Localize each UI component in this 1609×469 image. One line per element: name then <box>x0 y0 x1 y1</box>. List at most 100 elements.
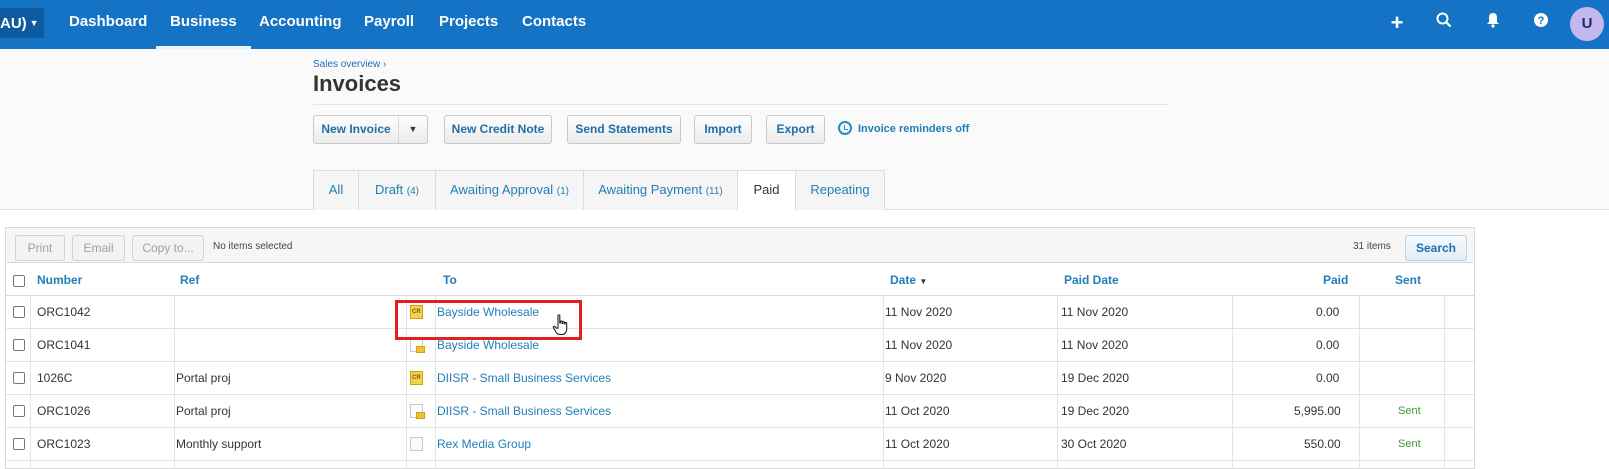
invoice-sent-icon <box>410 338 425 353</box>
row-checkbox[interactable] <box>13 306 25 318</box>
table-row[interactable]: ORC1042 Bayside Wholesale 11 Nov 2020 11… <box>6 296 1474 329</box>
invoice-number[interactable]: ORC1026 <box>37 395 90 427</box>
column-header-paid[interactable]: Paid <box>1323 266 1348 295</box>
new-invoice-dropdown[interactable]: ▼ <box>398 115 428 144</box>
nav-contacts[interactable]: Contacts <box>522 0 586 49</box>
row-checkbox[interactable] <box>13 372 25 384</box>
column-header-date-label: Date <box>890 273 917 287</box>
invoice-date: 11 Oct 2020 <box>885 404 950 418</box>
table-row[interactable]: ORC1023 Monthly support Rex Media Group … <box>6 428 1474 461</box>
column-header-paid-date[interactable]: Paid Date <box>1064 266 1119 295</box>
invoice-number[interactable]: 1026C <box>37 362 72 394</box>
nav-projects[interactable]: Projects <box>439 0 498 49</box>
invoice-sent-status: Sent <box>1398 438 1421 450</box>
invoice-date: 11 Nov 2020 <box>885 305 953 319</box>
item-count: 31 items <box>1353 241 1391 252</box>
invoice-contact-link[interactable]: DIISR - Small Business Services <box>437 362 611 394</box>
invoice-paid-date: 11 Nov 2020 <box>1061 305 1129 319</box>
credit-note-icon <box>410 371 423 385</box>
column-header-date[interactable]: Date ▼ <box>890 266 927 295</box>
invoice-number[interactable]: ORC1041 <box>37 329 90 361</box>
invoice-paid-amount: 0.00 <box>1316 305 1340 319</box>
new-invoice-button[interactable]: New Invoice <box>313 115 399 144</box>
hand-pointer-icon <box>552 314 568 336</box>
top-nav-bar: AU) ▼ Dashboard Business Accounting Payro… <box>0 0 1609 49</box>
chevron-down-icon: ▼ <box>408 124 418 134</box>
breadcrumb[interactable]: Sales overview › <box>313 59 386 70</box>
tab-draft-label: Draft <box>374 182 404 197</box>
invoice-ref: Monthly support <box>176 437 262 451</box>
export-button[interactable]: Export <box>766 115 825 144</box>
avatar[interactable]: U <box>1570 7 1604 41</box>
invoice-number[interactable]: ORC1042 <box>37 296 90 328</box>
invoice-sent-status: Sent <box>1398 405 1421 417</box>
new-credit-note-button[interactable]: New Credit Note <box>444 115 552 144</box>
selection-status: No items selected <box>213 241 293 252</box>
search-button[interactable]: Search <box>1405 235 1467 261</box>
invoice-reminders-label: Invoice reminders off <box>858 123 970 135</box>
table-row[interactable]: ORC1026 Portal proj DIISR - Small Busine… <box>6 395 1474 428</box>
column-header-to[interactable]: To <box>443 266 457 295</box>
tab-awaiting-approval[interactable]: Awaiting Approval (1) <box>435 170 584 210</box>
tab-awaiting-approval-count: (1) <box>556 186 569 197</box>
tab-draft[interactable]: Draft (4) <box>358 170 436 210</box>
invoice-date: 9 Nov 2020 <box>885 371 947 385</box>
chevron-down-icon: ▼ <box>29 18 39 28</box>
email-button[interactable]: Email <box>72 235 125 261</box>
invoice-paid-amount: 0.00 <box>1316 371 1340 385</box>
tab-paid-label: Paid <box>753 182 780 197</box>
alarm-clock-icon <box>838 121 852 135</box>
table-row[interactable]: 1026C Portal proj DIISR - Small Business… <box>6 362 1474 395</box>
help-icon[interactable]: ? <box>1530 12 1552 34</box>
invoice-icon <box>410 437 423 451</box>
nav-dashboard[interactable]: Dashboard <box>69 0 147 49</box>
tab-draft-count: (4) <box>406 186 420 197</box>
tab-awaiting-approval-label: Awaiting Approval <box>450 182 554 197</box>
invoice-number[interactable]: ORC1023 <box>37 428 90 460</box>
svg-text:?: ? <box>1538 15 1545 27</box>
search-icon[interactable] <box>1433 12 1455 34</box>
invoice-ref: Portal proj <box>176 404 231 418</box>
tab-awaiting-payment-label: Awaiting Payment <box>598 182 703 197</box>
column-header-number[interactable]: Number <box>37 266 82 295</box>
nav-payroll[interactable]: Payroll <box>364 0 414 49</box>
invoice-date: 11 Nov 2020 <box>885 338 953 352</box>
select-all-checkbox[interactable] <box>13 275 25 287</box>
invoice-paid-date: 19 Dec 2020 <box>1061 371 1130 385</box>
column-header-ref[interactable]: Ref <box>180 266 199 295</box>
copy-to-button[interactable]: Copy to... <box>132 235 204 261</box>
invoice-paid-date: 19 Dec 2020 <box>1061 404 1130 418</box>
header-divider <box>313 104 1168 105</box>
invoice-contact-link[interactable]: DIISR - Small Business Services <box>437 395 611 427</box>
invoice-reminders-link[interactable]: Invoice reminders off <box>838 121 969 135</box>
nav-accounting[interactable]: Accounting <box>259 0 342 49</box>
invoice-sent-icon <box>410 404 425 419</box>
row-checkbox[interactable] <box>13 405 25 417</box>
tab-all-label: All <box>328 182 344 197</box>
plus-icon[interactable]: + <box>1386 12 1408 34</box>
invoice-date: 11 Oct 2020 <box>885 437 950 451</box>
column-header-sent[interactable]: Sent <box>1395 266 1421 295</box>
nav-business[interactable]: Business <box>156 0 251 49</box>
invoice-contact-link[interactable]: Rex Media Group <box>437 428 531 460</box>
row-checkbox[interactable] <box>13 438 25 450</box>
tab-paid[interactable]: Paid <box>737 170 796 211</box>
bell-icon[interactable] <box>1482 12 1504 34</box>
tab-all[interactable]: All <box>313 170 359 210</box>
invoice-paid-amount: 550.00 <box>1304 437 1341 451</box>
tab-repeating[interactable]: Repeating <box>795 170 885 210</box>
invoice-paid-date: 30 Oct 2020 <box>1061 437 1127 451</box>
import-button[interactable]: Import <box>694 115 752 144</box>
print-button[interactable]: Print <box>15 235 65 261</box>
table-row[interactable]: ORC1041 Bayside Wholesale 11 Nov 2020 11… <box>6 329 1474 362</box>
invoice-paid-date: 11 Nov 2020 <box>1061 338 1129 352</box>
invoice-paid-amount: 5,995.00 <box>1294 404 1341 418</box>
sort-descending-icon: ▼ <box>919 277 928 286</box>
invoice-paid-amount: 0.00 <box>1316 338 1340 352</box>
page-title: Invoices <box>313 71 402 96</box>
row-checkbox[interactable] <box>13 339 25 351</box>
organisation-label: AU) <box>0 15 27 32</box>
organisation-switcher[interactable]: AU) ▼ <box>0 8 44 38</box>
tab-awaiting-payment[interactable]: Awaiting Payment (11) <box>583 170 738 210</box>
send-statements-button[interactable]: Send Statements <box>567 115 681 144</box>
